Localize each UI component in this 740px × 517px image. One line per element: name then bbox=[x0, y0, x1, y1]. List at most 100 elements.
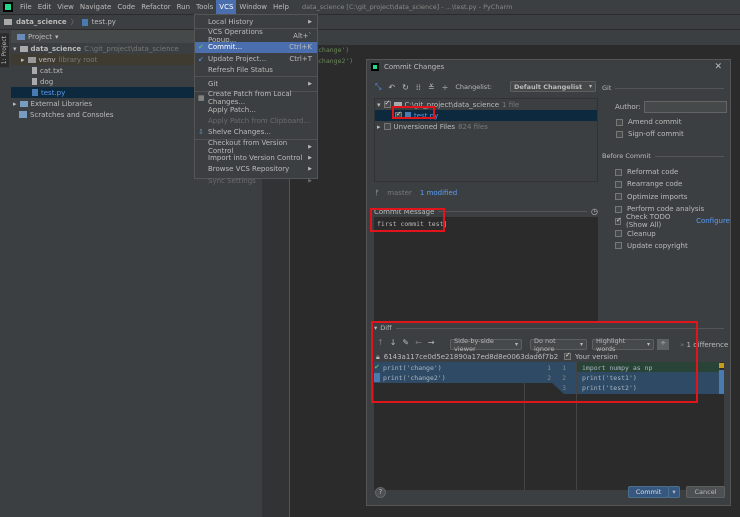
help-button[interactable]: ? bbox=[375, 487, 386, 498]
commit-message-input[interactable]: first commit test| bbox=[374, 217, 598, 322]
branch-status: ᚠ master 1 modified bbox=[375, 189, 457, 197]
checkbox[interactable] bbox=[615, 242, 622, 250]
configure-link[interactable]: Configure bbox=[696, 217, 730, 225]
checkbox[interactable] bbox=[615, 168, 622, 176]
group-by-icon[interactable]: ⁞⁞ bbox=[416, 83, 421, 92]
vcs-menu-item[interactable]: ▦ Create Patch from Local Changes... bbox=[195, 90, 317, 106]
unversioned-checkbox[interactable] bbox=[383, 123, 391, 130]
modified-count[interactable]: 1 modified bbox=[420, 189, 457, 197]
menu-tools[interactable]: Tools bbox=[193, 3, 216, 11]
checkbox[interactable] bbox=[615, 230, 622, 238]
vcs-menu-item[interactable]: Checkout from Version Control ▶ bbox=[195, 139, 317, 155]
menu-help[interactable]: Help bbox=[270, 3, 292, 11]
label: Sign-off commit bbox=[628, 130, 684, 139]
menu-navigate[interactable]: Navigate bbox=[77, 3, 114, 11]
label: Perform code analysis bbox=[627, 205, 705, 214]
breadcrumb-file[interactable]: test.py bbox=[92, 18, 116, 26]
submenu-arrow-icon: ▶ bbox=[308, 177, 312, 184]
history-icon[interactable]: ◷ bbox=[591, 207, 598, 216]
signoff-commit-option[interactable]: Sign-off commit bbox=[616, 128, 684, 140]
git-section-title: Git bbox=[602, 84, 612, 92]
changelist-dropdown[interactable]: Default Changelist bbox=[510, 81, 596, 92]
vcs-menu-item[interactable]: ⇩ Shelve Changes... bbox=[195, 127, 317, 138]
cancel-button[interactable]: Cancel bbox=[686, 486, 725, 498]
root-path: C:\git_project\data_science bbox=[84, 44, 179, 53]
checkbox[interactable] bbox=[616, 118, 623, 126]
commit-button[interactable]: Commit bbox=[628, 486, 669, 498]
menu-window[interactable]: Window bbox=[236, 3, 270, 11]
git-section: Git bbox=[602, 84, 724, 92]
unversioned-files-row[interactable]: ▸ Unversioned Files 824 files bbox=[375, 121, 597, 132]
checkbox[interactable] bbox=[616, 130, 623, 138]
menu-item-label: Import into Version Control bbox=[208, 153, 303, 162]
submenu-arrow-icon: ▶ bbox=[308, 143, 312, 150]
vcs-menu-item[interactable]: ↙ Update Project... Ctrl+T bbox=[195, 53, 317, 64]
menu-item-label: Sync Settings bbox=[208, 176, 256, 185]
checkbox[interactable] bbox=[615, 193, 622, 201]
dialog-titlebar: Commit Changes ✕ bbox=[367, 60, 730, 74]
vcs-menu-item[interactable]: Refresh File Status bbox=[195, 64, 317, 75]
before-commit-option[interactable]: Optimize imports bbox=[615, 191, 730, 203]
vcs-menu-item[interactable]: Browse VCS Repository ▶ bbox=[195, 164, 317, 175]
vcs-menu-item[interactable]: Sync Settings ▶ bbox=[195, 175, 317, 186]
menu-vcs[interactable]: VCS bbox=[216, 0, 237, 14]
project-tool-tab[interactable]: 1: Project bbox=[0, 33, 9, 68]
text-file-icon bbox=[32, 67, 37, 74]
editor-code[interactable]: change') change2') bbox=[318, 45, 353, 67]
window-title: data_science [C:\git_project\data_scienc… bbox=[302, 3, 513, 11]
update-icon: ↙ bbox=[198, 54, 204, 63]
root-checkbox[interactable] bbox=[383, 99, 391, 108]
folder-icon bbox=[19, 45, 28, 52]
before-commit-option[interactable]: Update copyright bbox=[615, 240, 730, 252]
collapse-icon: ▸ bbox=[377, 122, 381, 131]
menu-refactor[interactable]: Refactor bbox=[138, 3, 173, 11]
vcs-menu-item[interactable]: ✔ Commit... Ctrl+K bbox=[195, 41, 317, 53]
collapse-all-icon[interactable]: ÷ bbox=[442, 83, 449, 92]
before-commit-option[interactable]: Rearrange code bbox=[615, 178, 730, 190]
menu-view[interactable]: View bbox=[54, 3, 77, 11]
vcs-menu-item[interactable]: Local History ▶ bbox=[195, 16, 317, 27]
commit-options-dropdown[interactable]: ▾ bbox=[668, 486, 680, 498]
vcs-menu-item[interactable]: Import into Version Control ▶ bbox=[195, 152, 317, 163]
chevron-down-icon: ▾ bbox=[54, 32, 59, 41]
vcs-menu-item[interactable]: Apply Patch from Clipboard... bbox=[195, 115, 317, 126]
author-input[interactable] bbox=[643, 101, 727, 113]
amend-commit-option[interactable]: Amend commit bbox=[616, 116, 684, 128]
menu-code[interactable]: Code bbox=[114, 3, 138, 11]
pycharm-logo-icon bbox=[3, 2, 13, 12]
change-stripe bbox=[719, 370, 724, 394]
count: 824 files bbox=[458, 122, 488, 131]
before-commit-option[interactable]: Check TODO (Show All) Configure bbox=[615, 213, 730, 229]
show-diff-icon[interactable]: ⤡ bbox=[375, 82, 381, 92]
vcs-menu-item[interactable]: Git ▶ bbox=[195, 78, 317, 89]
chevron-right-icon: 〉 bbox=[70, 18, 78, 26]
file-icon bbox=[32, 78, 37, 85]
close-icon[interactable]: ✕ bbox=[714, 62, 722, 72]
rollback-icon[interactable]: ↶ bbox=[388, 83, 395, 92]
vcs-menu: Local History ▶ VCS Operations Popup... Alt… bbox=[194, 14, 318, 185]
vcs-menu-item[interactable]: VCS Operations Popup... Alt+` bbox=[195, 28, 317, 44]
file-name: test.py bbox=[41, 88, 66, 97]
venv-name: venv bbox=[38, 55, 56, 64]
breadcrumb-project[interactable]: data_science bbox=[16, 18, 67, 26]
expand-all-icon[interactable]: ≚ bbox=[428, 83, 435, 92]
menu-run[interactable]: Run bbox=[174, 3, 193, 11]
git-options: Amend commit Sign-off commit bbox=[616, 116, 684, 141]
checkbox[interactable] bbox=[615, 216, 622, 225]
checkbox[interactable] bbox=[615, 180, 622, 188]
menu-file[interactable]: File bbox=[17, 3, 35, 11]
checkbox[interactable] bbox=[615, 205, 622, 213]
before-commit-option[interactable]: Reformat code bbox=[615, 166, 730, 178]
label: Optimize imports bbox=[627, 192, 688, 201]
menu-edit[interactable]: Edit bbox=[35, 3, 55, 11]
submenu-arrow-icon: ▶ bbox=[308, 81, 312, 88]
branch-name: master bbox=[387, 189, 412, 197]
commit-icon: ✔ bbox=[198, 43, 204, 52]
menubar: File Edit View Navigate Code Refactor Ru… bbox=[0, 0, 740, 14]
project-view-selector[interactable]: Project bbox=[28, 33, 52, 41]
vcs-menu-item[interactable]: Apply Patch... bbox=[195, 104, 317, 115]
refresh-icon[interactable]: ↻ bbox=[402, 83, 409, 92]
expand-icon: ▾ bbox=[13, 44, 17, 53]
branch-icon: ᚠ bbox=[375, 189, 380, 197]
menu-item-label: Git bbox=[208, 80, 219, 89]
